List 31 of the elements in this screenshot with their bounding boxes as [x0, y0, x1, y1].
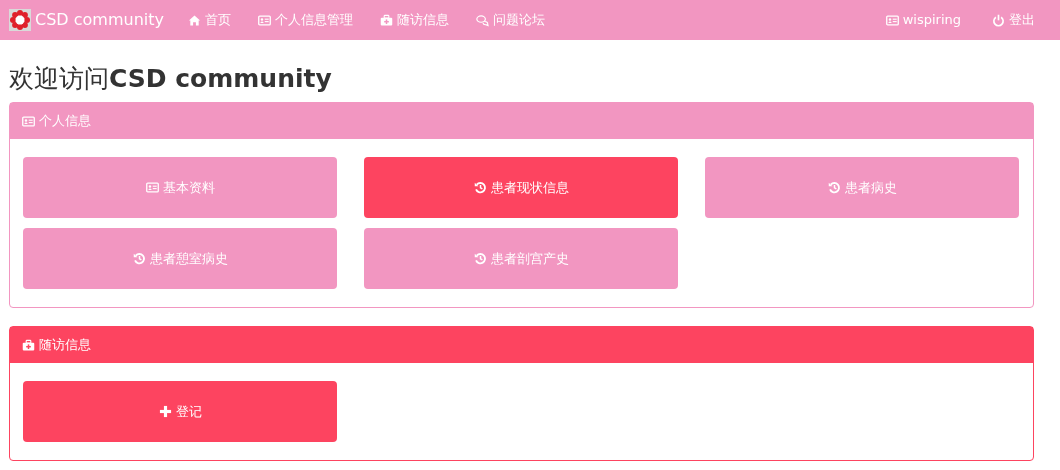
menu-button[interactable]: 登记 — [23, 381, 337, 442]
comments-icon — [475, 13, 489, 27]
nav-link[interactable]: 问题论坛 — [475, 10, 545, 30]
history-icon — [473, 181, 487, 194]
nav-link[interactable]: 个人信息管理 — [257, 10, 353, 30]
logo-icon — [9, 9, 31, 31]
page-heading: 欢迎访问CSD community — [9, 64, 333, 94]
nav-link[interactable]: 登出 — [992, 10, 1035, 30]
menu-button[interactable]: 基本资料 — [23, 157, 337, 218]
history-icon — [827, 181, 841, 194]
medkit-icon — [22, 338, 35, 352]
id-card-icon — [885, 13, 899, 27]
history-icon — [473, 252, 487, 265]
menu-button[interactable]: 患者剖宫产史 — [364, 228, 678, 289]
medkit-icon — [379, 13, 393, 27]
nav-link[interactable]: 首页 — [187, 10, 231, 30]
home-icon — [187, 13, 201, 27]
menu-button[interactable]: 患者病史 — [705, 157, 1019, 218]
menu-button[interactable]: 患者现状信息 — [364, 157, 678, 218]
panel-title: 个人信息 — [39, 112, 91, 131]
id-card-icon — [145, 181, 159, 194]
menu-button[interactable]: 患者憩室病史 — [23, 228, 337, 289]
id-card-icon — [22, 114, 35, 128]
power-icon — [992, 13, 1005, 27]
plus-icon — [158, 405, 172, 418]
history-icon — [132, 252, 146, 265]
id-card-icon — [257, 13, 271, 27]
brand-link[interactable]: CSD community — [9, 8, 164, 32]
nav-link[interactable]: wispiring — [885, 10, 961, 30]
nav-link[interactable]: 随访信息 — [379, 10, 449, 30]
panel-title: 随访信息 — [39, 336, 91, 355]
